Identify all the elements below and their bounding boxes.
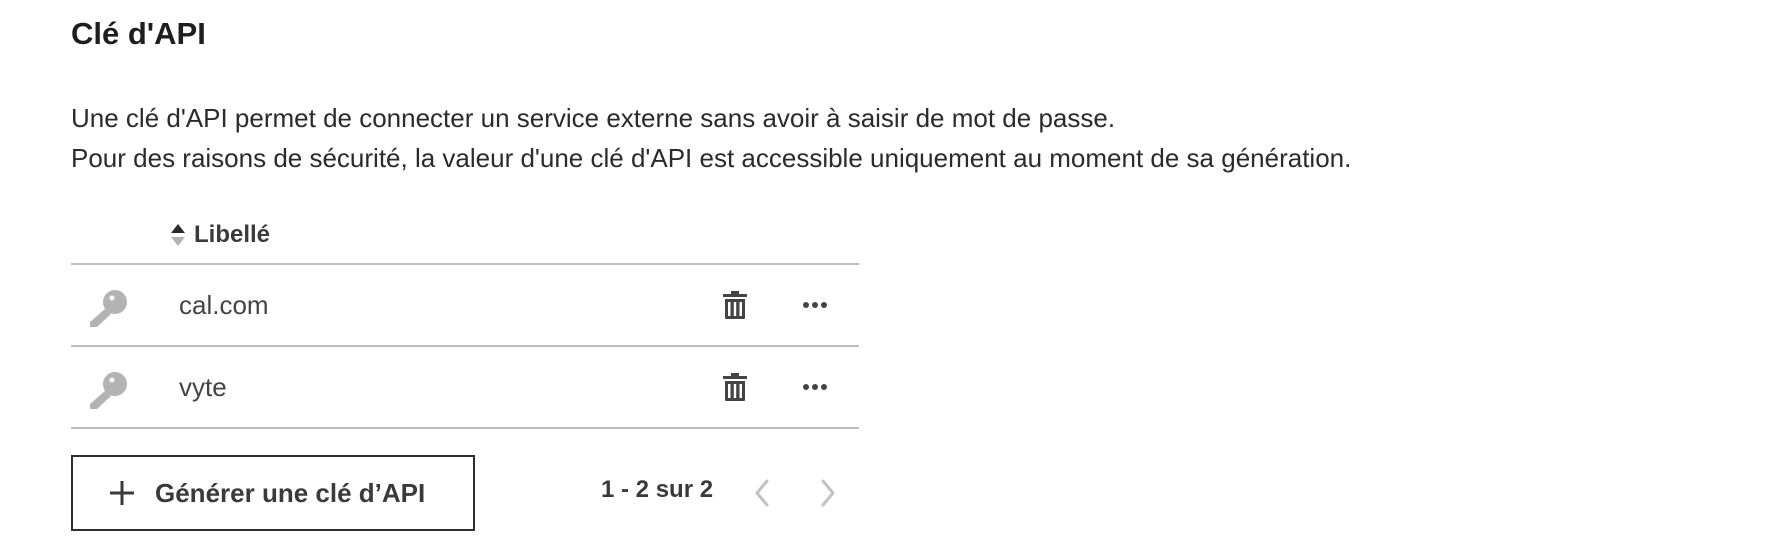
trash-icon <box>723 291 747 319</box>
more-options-button[interactable] <box>796 287 834 323</box>
api-keys-table: Libellé cal.com vyte <box>71 206 859 429</box>
table-header: Libellé <box>71 206 859 265</box>
key-icon <box>90 290 127 327</box>
description: Une clé d'API permet de connecter un ser… <box>71 98 1351 178</box>
table-row: cal.com <box>71 265 859 347</box>
page-title: Clé d'API <box>71 16 206 51</box>
ellipsis-icon <box>803 302 827 308</box>
generate-button-label: Générer une clé d’API <box>155 477 426 508</box>
delete-button[interactable] <box>717 287 753 323</box>
key-icon <box>90 372 127 409</box>
api-key-label: vyte <box>179 372 227 402</box>
next-page-button[interactable] <box>812 475 842 511</box>
trash-icon <box>723 373 747 401</box>
api-key-section: Clé d'API Une clé d'API permet de connec… <box>0 0 1782 554</box>
description-line-1: Une clé d'API permet de connecter un ser… <box>71 103 1116 133</box>
delete-button[interactable] <box>717 369 753 405</box>
column-header-label: Libellé <box>194 220 271 248</box>
sort-icon <box>171 223 185 246</box>
api-key-label: cal.com <box>179 290 269 320</box>
description-line-2: Pour des raisons de sécurité, la valeur … <box>71 143 1352 173</box>
ellipsis-icon <box>803 384 827 390</box>
pagination-info: 1 - 2 sur 2 <box>601 476 714 503</box>
generate-api-key-button[interactable]: Générer une clé d’API <box>71 455 475 531</box>
chevron-right-icon <box>821 479 835 507</box>
table-row: vyte <box>71 347 859 429</box>
sort-by-label-header[interactable]: Libellé <box>170 221 270 249</box>
previous-page-button[interactable] <box>748 475 778 511</box>
chevron-left-icon <box>755 479 769 507</box>
plus-icon <box>110 481 134 505</box>
more-options-button[interactable] <box>796 369 834 405</box>
